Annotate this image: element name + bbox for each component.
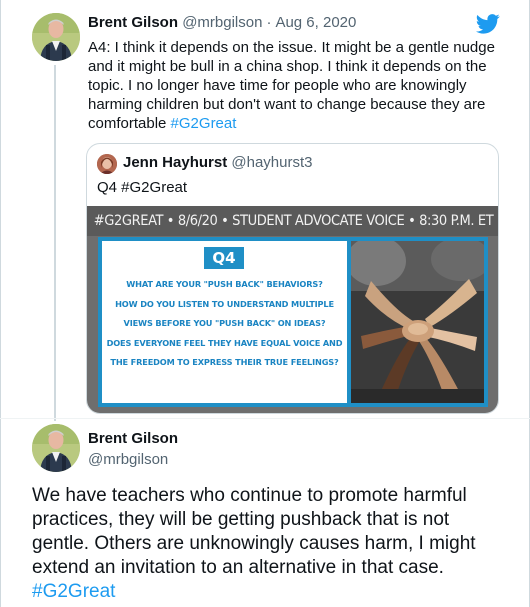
tweet-2-body: We have teachers who continue to promote… — [32, 485, 476, 578]
quoted-author-handle[interactable]: @hayhurst3 — [231, 154, 312, 171]
tweet-2-text: We have teachers who continue to promote… — [32, 484, 502, 604]
twitter-bird-icon[interactable] — [476, 14, 500, 34]
image-banner: #G2GREAT • 8/6/20 • STUDENT ADVOCATE VOI… — [87, 206, 498, 236]
avatar[interactable] — [32, 424, 80, 472]
quoted-text: Q4 #G2Great — [97, 179, 188, 196]
stacked-hands-photo — [351, 241, 484, 403]
question-line: THE FREEDOM TO EXPRESS THEIR TRUE FEELIN… — [110, 357, 339, 368]
quoted-media-image[interactable]: #G2GREAT • 8/6/20 • STUDENT ADVOCATE VOI… — [87, 206, 498, 413]
question-line: DOES EVERYONE FEEL THEY HAVE EQUAL VOICE… — [106, 337, 343, 348]
quoted-avatar[interactable] — [97, 154, 117, 174]
question-badge: Q4 — [204, 247, 244, 269]
tweet-divider — [0, 418, 530, 419]
author-name[interactable]: Brent Gilson — [88, 14, 178, 31]
author-handle[interactable]: @mrbgilson — [88, 450, 168, 470]
separator-dot: · — [266, 14, 272, 31]
hashtag-link[interactable]: #G2Great — [171, 115, 237, 132]
question-line: HOW DO YOU LISTEN TO UNDERSTAND MULTIPLE — [115, 298, 334, 309]
tweet-date[interactable]: Aug 6, 2020 — [275, 14, 356, 31]
question-line: VIEWS BEFORE YOU "PUSH BACK" ON IDEAS? — [123, 318, 326, 329]
thread-connector-line — [54, 65, 56, 421]
tweet-1-body: A4: I think it depends on the issue. It … — [88, 39, 495, 132]
tweet-1-header: Brent Gilson @mrbgilson · Aug 6, 2020 — [88, 13, 356, 33]
quoted-header: Jenn Hayhurst @hayhurst3 — [123, 153, 312, 173]
author-name[interactable]: Brent Gilson — [88, 429, 178, 449]
image-panel: Q4 WHAT ARE YOUR "PUSH BACK" BEHAVIORS? … — [98, 237, 488, 407]
tweet-1-text: A4: I think it depends on the issue. It … — [88, 38, 508, 133]
avatar[interactable] — [32, 13, 80, 61]
question-line: WHAT ARE YOUR "PUSH BACK" BEHAVIORS? — [126, 279, 323, 289]
hashtag-link[interactable]: #G2Great — [32, 581, 115, 602]
question-box: Q4 WHAT ARE YOUR "PUSH BACK" BEHAVIORS? … — [102, 241, 347, 403]
author-handle[interactable]: @mrbgilson — [182, 14, 262, 31]
question-text: WHAT ARE YOUR "PUSH BACK" BEHAVIORS? HOW… — [106, 275, 343, 373]
tweet-1[interactable]: Brent Gilson @mrbgilson · Aug 6, 2020 A4: … — [0, 0, 530, 421]
quoted-author-name[interactable]: Jenn Hayhurst — [123, 154, 227, 171]
quoted-tweet-card[interactable]: Jenn Hayhurst @hayhurst3 Q4 #G2Great #G2… — [86, 143, 499, 414]
